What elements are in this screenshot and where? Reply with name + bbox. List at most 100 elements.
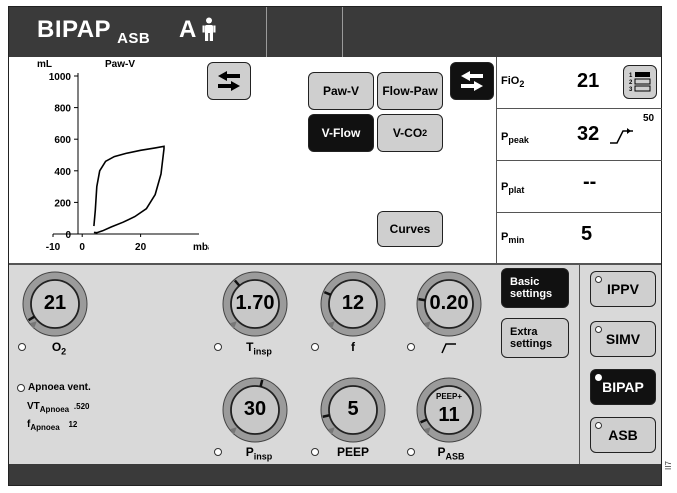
pasb-label: PASB: [437, 445, 465, 462]
title-separator: [266, 7, 267, 57]
apnoea-title: Apnoea vent.: [28, 382, 91, 393]
y-tick-label: 600: [54, 135, 71, 146]
mode-asb-button[interactable]: ASB: [590, 417, 656, 453]
apnoea-vt: VTApnoea .520: [27, 401, 90, 414]
apnoea-vt-value: .520: [73, 402, 90, 411]
mode-indicator-dot: [595, 422, 602, 429]
y-tick-label: 800: [54, 104, 71, 115]
pplat-row: Pplat --: [497, 161, 662, 213]
frequency-select-radio[interactable]: [311, 343, 319, 351]
title-separator: [342, 7, 343, 57]
mode-indicator-dot: [595, 374, 602, 381]
pplat-label: Pplat: [501, 181, 525, 196]
figure-code: II7: [664, 461, 673, 470]
o2-value: 21: [43, 292, 67, 314]
mode-simv-button[interactable]: SIMV: [590, 321, 656, 357]
monitoring-area: mL Paw-V 1000 800 600 400 200 0 -10 0 20 mbar P…: [9, 57, 662, 265]
flow-paw-view-button[interactable]: Flow-Paw: [377, 72, 443, 110]
basic-settings-label: settings: [510, 288, 553, 300]
v-co2-label: V-CO: [392, 126, 423, 140]
swap-view-button[interactable]: [450, 62, 494, 100]
pasb-dial[interactable]: PEEP+ 11: [415, 376, 483, 444]
ramp-icon: [441, 343, 456, 354]
fio2-row: FiO2 21 1 2 3: [497, 57, 662, 109]
pinsp-select-radio[interactable]: [214, 448, 222, 456]
pinsp-dial[interactable]: 30: [221, 376, 289, 444]
y-tick-label: 0: [65, 230, 71, 241]
settings-area: 21 O2 1.70 Tinsp 12 f 0.20 Basic setting…: [9, 264, 579, 464]
v-co2-subscript: 2: [422, 128, 428, 138]
y-tick-label: 400: [54, 167, 71, 178]
x-tick-label: 0: [79, 242, 85, 253]
paw-v-loop-series: [93, 145, 165, 234]
measurement-list-button[interactable]: 1 2 3: [623, 65, 657, 99]
pasb-select-radio[interactable]: [407, 448, 415, 456]
x-unit-label: mbar: [193, 242, 209, 253]
peep-label: PEEP: [336, 445, 369, 459]
o2-label: O2: [51, 340, 67, 357]
mode-ippv-button[interactable]: IPPV: [590, 271, 656, 307]
mode-indicator-dot: [595, 326, 602, 333]
ramp-value: 0.20: [429, 292, 469, 314]
x-tick-label: -10: [46, 242, 61, 253]
pmin-value: 5: [581, 223, 593, 245]
v-co2-view-button[interactable]: V-CO 2: [377, 114, 443, 152]
pmin-label: Pmin: [501, 231, 525, 246]
apnoea-frequency: fApnoea 12: [27, 419, 78, 432]
apnoea-select-radio[interactable]: [17, 384, 25, 392]
ramp-dial[interactable]: 0.20: [415, 270, 483, 338]
tinsp-value: 1.70: [235, 292, 275, 314]
fio2-value: 21: [577, 70, 600, 92]
svg-text:3: 3: [629, 87, 633, 93]
frequency-dial[interactable]: 12: [319, 270, 387, 338]
paw-v-view-button[interactable]: Paw-V: [308, 72, 374, 110]
ramp-select-radio[interactable]: [407, 343, 415, 351]
apnoea-f-value: 12: [68, 420, 78, 429]
basic-settings-button[interactable]: Basic settings: [501, 268, 569, 308]
pinsp-value: 30: [243, 398, 267, 420]
o2-dial[interactable]: 21: [21, 270, 89, 338]
mode-indicator-dot: [595, 276, 602, 283]
ventilation-mode-title: BIPAP ASB: [37, 16, 151, 47]
v-flow-view-button[interactable]: V-Flow: [308, 114, 374, 152]
y-tick-label: 1000: [49, 72, 72, 83]
curves-button[interactable]: Curves: [377, 211, 443, 247]
mode-subscript: ASB: [117, 30, 151, 47]
pinsp-label: Pinsp: [245, 445, 273, 462]
swap-arrows-icon: [461, 71, 483, 91]
ppeak-value: 32: [577, 123, 600, 145]
freeze-curve-button[interactable]: [207, 62, 251, 100]
ppeak-limit: 50: [643, 113, 655, 124]
y-tick-label: 200: [54, 198, 71, 209]
pplat-value: --: [583, 171, 597, 193]
list-icon: 1 2 3: [629, 72, 651, 93]
tinsp-select-radio[interactable]: [214, 343, 222, 351]
paw-v-loop-chart: mL Paw-V 1000 800 600 400 200 0 -10 0 20 mbar: [37, 59, 209, 253]
mode-bipap-button[interactable]: BIPAP: [590, 369, 656, 405]
swap-arrows-icon: [218, 71, 240, 91]
ppeak-row: Ppeak 32 50: [497, 109, 662, 161]
tinsp-label: Tinsp: [246, 340, 272, 357]
x-tick-label: 20: [135, 242, 147, 253]
basic-settings-label: Basic: [510, 276, 540, 288]
svg-text:1: 1: [629, 73, 633, 79]
tinsp-dial[interactable]: 1.70: [221, 270, 289, 338]
pasb-value: 11: [438, 404, 460, 426]
extra-settings-button[interactable]: Extra settings: [501, 318, 569, 358]
pmin-row: Pmin 5: [497, 213, 662, 263]
patient-type-letter: A: [179, 16, 197, 43]
title-bar: BIPAP ASB A: [9, 7, 661, 57]
o2-select-radio[interactable]: [18, 343, 26, 351]
pasb-top-label: PEEP+: [435, 392, 462, 401]
extra-settings-label: settings: [510, 338, 553, 350]
ppeak-label: Ppeak: [501, 131, 529, 146]
ventilator-screen: BIPAP ASB A mL Paw-V 1000 800 600 400 200 0 -1…: [8, 6, 662, 486]
alarm-limit-icon: [610, 128, 633, 144]
fio2-label: FiO2: [501, 75, 525, 90]
peep-dial[interactable]: 5: [319, 376, 387, 444]
chart-title: Paw-V: [105, 59, 135, 70]
peep-select-radio[interactable]: [311, 448, 319, 456]
y-unit-label: mL: [37, 59, 52, 70]
extra-settings-label: Extra: [510, 326, 538, 338]
mode-selection-panel: IPPV SIMV BIPAP ASB: [579, 264, 661, 464]
